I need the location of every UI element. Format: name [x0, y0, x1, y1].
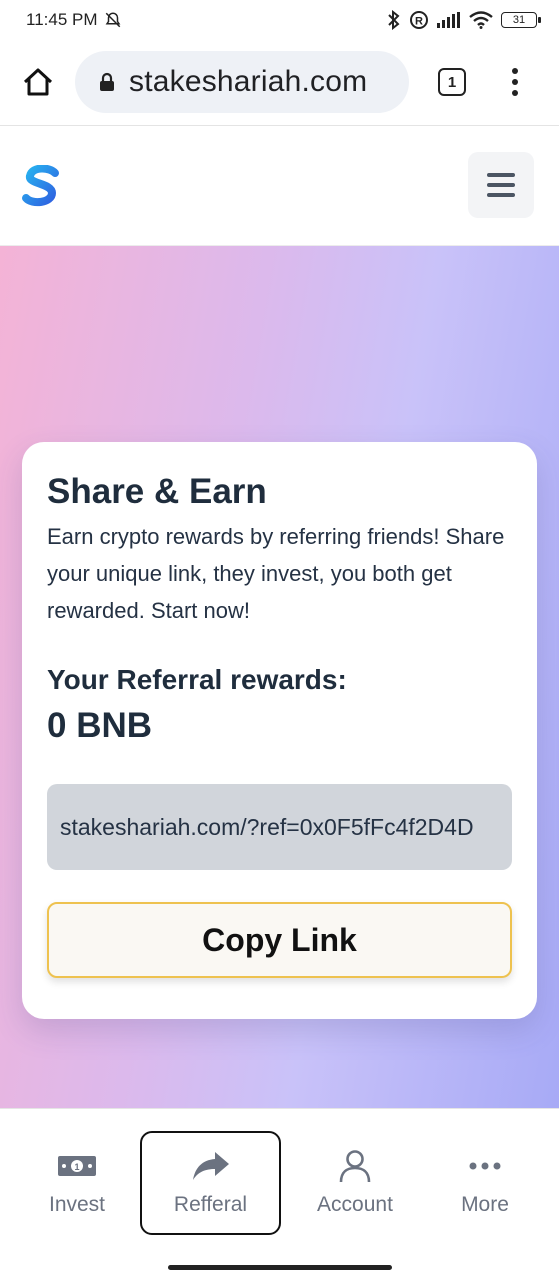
nav-item-account[interactable]: Account	[296, 1131, 414, 1235]
registered-icon: R	[410, 11, 428, 29]
menu-line-icon	[487, 193, 515, 197]
copy-link-button[interactable]: Copy Link	[47, 902, 512, 978]
card-description: Earn crypto rewards by referring friends…	[47, 524, 505, 623]
status-bar: 11:45 PM R 31	[0, 0, 559, 40]
home-button[interactable]	[18, 62, 58, 102]
address-bar[interactable]: stakeshariah.com	[75, 51, 409, 113]
rewards-label: Your Referral rewards:	[47, 664, 347, 695]
money-icon: 1	[58, 1156, 96, 1176]
referral-link-text: stakeshariah.com/?ref=0x0F5fFc4f2D4D	[60, 813, 474, 840]
bell-off-icon	[105, 12, 120, 28]
nav-item-refferal[interactable]: Refferal	[140, 1131, 281, 1235]
menu-line-icon	[487, 183, 515, 187]
wifi-icon	[469, 11, 493, 29]
user-icon	[339, 1150, 371, 1183]
nav-label: Account	[317, 1193, 393, 1216]
nav-label: Refferal	[173, 1193, 248, 1216]
signal-icon	[437, 12, 460, 28]
gesture-bar	[0, 1256, 559, 1280]
home-icon	[23, 68, 53, 96]
tab-switcher-button[interactable]: 1	[438, 68, 466, 96]
nav-item-invest[interactable]: 1 Invest	[20, 1131, 134, 1235]
share-icon	[192, 1152, 229, 1180]
nav-item-more[interactable]: More	[428, 1131, 542, 1235]
battery-icon: 31	[501, 12, 541, 28]
rewards-value: 0 BNB	[47, 706, 153, 745]
hamburger-menu-button[interactable]	[468, 152, 534, 218]
nav-label: More	[461, 1193, 509, 1216]
menu-line-icon	[487, 173, 515, 177]
bottom-nav: 1 Invest Refferal Account More	[0, 1108, 559, 1256]
status-time: 11:45 PM	[26, 10, 98, 29]
share-earn-card: Share & Earn Earn crypto rewards by refe…	[22, 442, 537, 1019]
dots-icon	[469, 1162, 501, 1170]
referral-link-field[interactable]: stakeshariah.com/?ref=0x0F5fFc4f2D4D	[47, 784, 512, 870]
logo-icon[interactable]	[22, 165, 62, 207]
browser-toolbar: stakeshariah.com 1	[0, 40, 559, 126]
dot-icon	[512, 90, 518, 96]
bluetooth-icon	[388, 10, 400, 30]
svg-text:R: R	[415, 16, 423, 28]
hero-section: Share & Earn Earn crypto rewards by refe…	[0, 246, 559, 1108]
lock-icon	[100, 72, 114, 91]
browser-menu-button[interactable]	[505, 64, 525, 100]
dot-icon	[512, 68, 518, 74]
tab-count: 1	[447, 73, 457, 91]
status-left: 11:45 PM	[26, 10, 122, 30]
nav-label: Invest	[48, 1193, 106, 1216]
card-title: Share & Earn	[47, 472, 267, 511]
battery-level: 31	[512, 14, 526, 26]
svg-text:1: 1	[74, 1162, 79, 1172]
status-right: R 31	[387, 10, 541, 30]
dot-icon	[512, 79, 518, 85]
gesture-handle[interactable]	[168, 1265, 392, 1270]
url-text: stakeshariah.com	[129, 65, 368, 98]
site-header	[0, 127, 559, 246]
